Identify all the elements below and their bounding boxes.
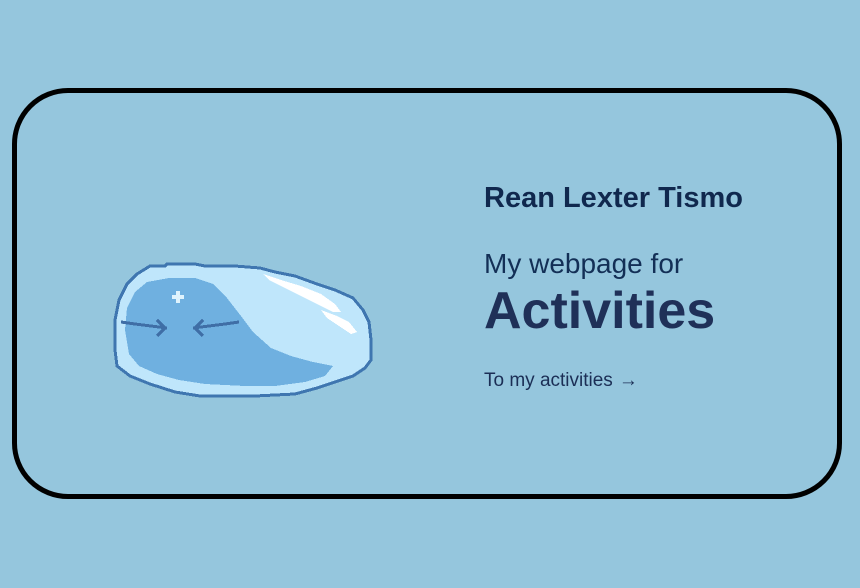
page-title: Activities xyxy=(484,282,716,340)
page-subtitle: My webpage for xyxy=(484,248,684,279)
arrow-right-icon: → xyxy=(618,370,638,391)
activities-link-label: To my activities xyxy=(484,370,613,391)
pixel-slime-icon xyxy=(95,170,385,410)
hero-text: Rean Lexter Tismo My webpage for Activit… xyxy=(484,180,824,392)
author-name: Rean Lexter Tismo xyxy=(484,182,743,214)
activities-link[interactable]: To my activities → xyxy=(484,370,638,392)
